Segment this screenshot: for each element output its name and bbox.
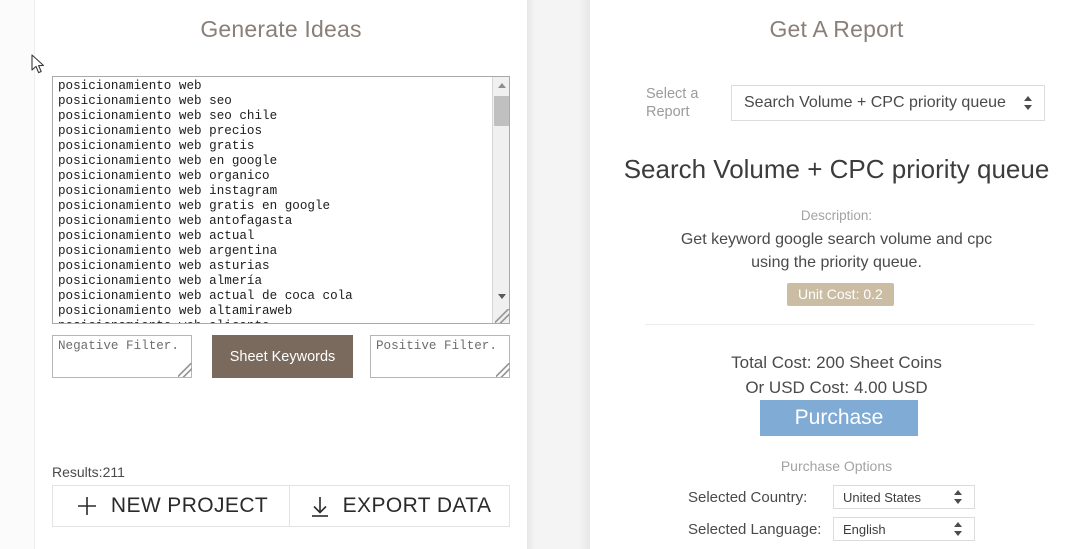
description-text: Get keyword google search volume and cpc…: [680, 231, 993, 271]
textarea-scrollbar[interactable]: [492, 77, 509, 323]
report-select[interactable]: Search Volume + CPC priority queue: [731, 85, 1045, 121]
action-buttons-row: NEW PROJECT EXPORT DATA: [52, 485, 510, 527]
get-a-report-panel: Get A Report Select a Report Search Volu…: [590, 0, 1083, 549]
new-project-button[interactable]: NEW PROJECT: [52, 485, 289, 527]
total-cost-label: Total Cost: 200 Sheet Coins: [731, 353, 942, 372]
chevron-updown-icon: [1024, 95, 1032, 111]
language-select[interactable]: English: [833, 517, 975, 541]
scroll-down-arrow-icon[interactable]: [493, 288, 510, 305]
select-report-label: Select a Report: [646, 86, 699, 120]
app-screen: Generate Ideas Sheet Keywords Results:21…: [0, 0, 1083, 549]
selected-language-label: Selected Language:: [688, 520, 822, 538]
scroll-up-arrow-icon[interactable]: [493, 77, 510, 94]
purchase-options-title: Purchase Options: [780, 458, 893, 474]
country-select[interactable]: United States: [833, 485, 975, 509]
report-name-heading: Search Volume + CPC priority queue: [623, 154, 1050, 184]
generate-ideas-panel: Generate Ideas Sheet Keywords Results:21…: [35, 0, 527, 549]
results-count-label: Results:211: [52, 464, 125, 480]
report-select-value: Search Volume + CPC priority queue: [744, 94, 1006, 111]
plus-icon: [77, 497, 96, 515]
download-icon: [311, 497, 328, 517]
usd-cost-label: Or USD Cost: 4.00 USD: [745, 378, 928, 397]
selected-language-row: Selected Language: English: [688, 516, 988, 542]
select-report-row: Select a Report Search Volume + CPC prio…: [646, 85, 1046, 121]
chevron-updown-icon: [954, 521, 962, 537]
selected-country-label: Selected Country:: [688, 488, 808, 506]
scrollbar-thumb[interactable]: [494, 96, 509, 126]
positive-filter-input[interactable]: [370, 335, 510, 378]
language-select-value: English: [843, 521, 886, 537]
left-panel-shadow: [527, 0, 535, 549]
description-label: Description:: [800, 208, 873, 223]
new-project-label: NEW PROJECT: [110, 494, 269, 517]
keywords-textarea[interactable]: [52, 76, 510, 324]
sheet-keywords-button[interactable]: Sheet Keywords: [212, 335, 353, 378]
section-divider: [645, 324, 1034, 325]
negative-filter-input[interactable]: [52, 335, 192, 378]
keywords-textarea-wrapper: [52, 76, 510, 324]
export-data-label: EXPORT DATA: [342, 494, 492, 517]
purchase-button[interactable]: Purchase: [760, 400, 918, 436]
unit-cost-badge: Unit Cost: 0.2: [787, 283, 894, 306]
export-data-button[interactable]: EXPORT DATA: [289, 485, 510, 527]
selected-country-row: Selected Country: United States: [688, 484, 988, 510]
mouse-cursor-icon: [31, 54, 44, 74]
page-title-get-a-report: Get A Report: [769, 16, 904, 42]
page-title-generate-ideas: Generate Ideas: [200, 16, 362, 42]
right-panel-shadow: [578, 0, 590, 549]
left-gutter: [0, 0, 35, 549]
country-select-value: United States: [843, 489, 922, 505]
filters-row: Sheet Keywords: [52, 335, 510, 378]
chevron-updown-icon: [954, 489, 962, 505]
